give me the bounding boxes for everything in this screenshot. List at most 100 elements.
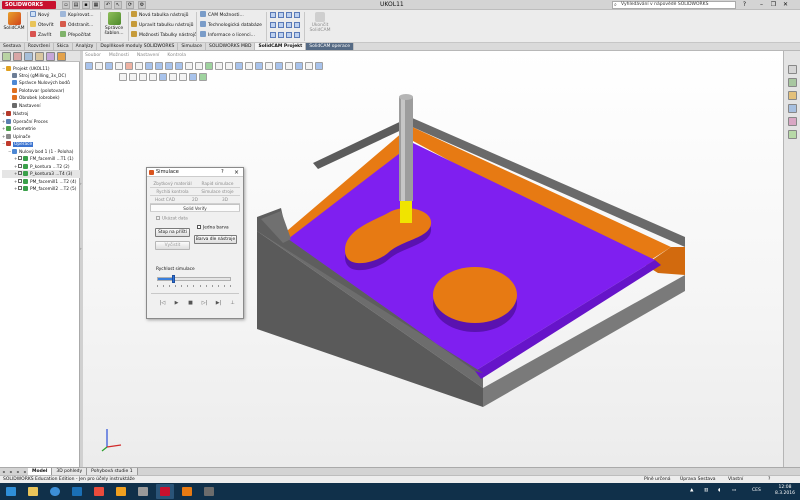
cam-options-button[interactable]: CAM Možnosti... bbox=[200, 11, 244, 19]
tree-item[interactable]: + P_kontura3 ...T4 (3) bbox=[2, 170, 80, 178]
help-icon[interactable]: ? bbox=[740, 1, 749, 9]
help-search-input[interactable]: ⌕ Vyhledávání v nápovědě SOLIDWORKS bbox=[612, 1, 736, 9]
battery-icon[interactable]: ▭ bbox=[732, 488, 736, 493]
notification-icon[interactable]: ▲ bbox=[690, 488, 693, 493]
grid-icon[interactable] bbox=[270, 32, 276, 38]
slider-thumb[interactable] bbox=[172, 275, 176, 283]
nav-last-icon[interactable]: ◂ bbox=[21, 468, 28, 475]
grid-icon[interactable] bbox=[286, 12, 292, 18]
mail-taskbar-item[interactable] bbox=[68, 484, 86, 499]
simulation-mode-tab[interactable]: 3D bbox=[210, 196, 240, 203]
volume-icon[interactable]: ◖ bbox=[718, 488, 720, 493]
tab-2[interactable]: Rozvržení bbox=[25, 43, 54, 50]
color-by-tool-button[interactable]: Barva dle nástroje bbox=[194, 235, 237, 244]
tree-item[interactable]: + Upínače bbox=[2, 133, 80, 141]
property-manager-icon[interactable] bbox=[13, 52, 22, 61]
play-to-end-icon[interactable]: ▶| bbox=[214, 299, 223, 307]
license-info-button[interactable]: Informace o licenci... bbox=[200, 31, 255, 39]
restore-button[interactable]: ❐ bbox=[769, 1, 778, 9]
open-project-button[interactable]: Otevřít bbox=[30, 21, 54, 29]
stop-icon[interactable]: ■ bbox=[186, 299, 195, 307]
appearances-icon[interactable] bbox=[788, 117, 797, 126]
feature-manager-icon[interactable] bbox=[2, 52, 11, 61]
select-icon[interactable]: ↖ bbox=[114, 1, 122, 9]
tree-item[interactable]: + PM_facemill1 ...T2 (4) bbox=[2, 178, 80, 186]
options-icon[interactable]: ⚙ bbox=[138, 1, 146, 9]
tab-7[interactable]: SOLIDWORKS MBD bbox=[206, 43, 256, 50]
play-icon[interactable]: ▶ bbox=[172, 299, 181, 307]
bottom-tab[interactable]: 3D pohledy bbox=[52, 468, 88, 475]
simulation-mode-tab[interactable]: Solid Verify bbox=[150, 204, 240, 211]
network-icon[interactable]: ▥ bbox=[704, 488, 708, 493]
speed-slider[interactable] bbox=[157, 275, 231, 283]
tree-item[interactable]: + P_kontura ...T2 (2) bbox=[2, 163, 80, 171]
grid-icon[interactable] bbox=[270, 12, 276, 18]
simulation-mode-tab[interactable]: Zbytkový materiál bbox=[150, 180, 195, 187]
simulation-mode-tab[interactable]: Simulace stroje bbox=[195, 188, 240, 195]
reset-button[interactable]: Vyčistit bbox=[155, 241, 190, 250]
tab-5[interactable]: Doplňkové moduly SOLIDWORKS bbox=[97, 43, 179, 50]
tree-item[interactable]: + Nástroj bbox=[2, 110, 80, 118]
tree-item[interactable]: − Nulový bod 1 (1 - Poloha) bbox=[2, 148, 80, 156]
language-indicator[interactable]: CES bbox=[752, 488, 761, 493]
file-explorer-icon[interactable] bbox=[788, 91, 797, 100]
solidcam-manager-icon[interactable] bbox=[57, 52, 66, 61]
grid-icon[interactable] bbox=[278, 12, 284, 18]
edit-tool-table-button[interactable]: Upravit tabulku nástrojů bbox=[131, 21, 193, 29]
tab-6[interactable]: Simulace bbox=[178, 43, 206, 50]
tab-4[interactable]: Analýzy bbox=[73, 43, 98, 50]
rebuild-icon[interactable]: ⟳ bbox=[126, 1, 134, 9]
save-icon[interactable]: ▪ bbox=[82, 1, 90, 9]
simulation-mode-tab[interactable]: Host CAD bbox=[150, 196, 180, 203]
tree-item[interactable]: Správce Nulových bodů bbox=[2, 80, 80, 88]
tree-item[interactable]: Obrobek (obrobek) bbox=[2, 95, 80, 103]
grid-icon[interactable] bbox=[294, 22, 300, 28]
checkbox-icon[interactable] bbox=[18, 186, 22, 190]
help-icon[interactable]: ? bbox=[221, 168, 224, 177]
tab-3[interactable]: Skica bbox=[54, 43, 73, 50]
close-project-button[interactable]: Zavřít bbox=[30, 31, 51, 39]
grid-icon[interactable] bbox=[294, 12, 300, 18]
one-color-checkbox[interactable]: Jedna barva bbox=[197, 225, 229, 232]
dimxpert-icon[interactable] bbox=[35, 52, 44, 61]
app-taskbar-item[interactable] bbox=[134, 484, 152, 499]
grid-icon[interactable] bbox=[294, 32, 300, 38]
tree-item[interactable]: Polotovar (polotovar) bbox=[2, 87, 80, 96]
simulation-mode-tab[interactable]: Rychlá kontrola bbox=[150, 188, 195, 195]
checkbox-icon[interactable] bbox=[18, 156, 22, 160]
custom-properties-icon[interactable] bbox=[788, 130, 797, 139]
bottom-tab[interactable]: Pohybová studie 1 bbox=[87, 468, 138, 475]
copy-project-button[interactable]: Kopírovat... bbox=[60, 11, 94, 19]
tool-down-icon[interactable]: ⊥ bbox=[228, 299, 237, 307]
solidcam-button[interactable]: SolidCAM bbox=[3, 12, 25, 31]
design-library-icon[interactable] bbox=[788, 78, 797, 87]
print-icon[interactable]: ▦ bbox=[92, 1, 100, 9]
grid-icon[interactable] bbox=[286, 32, 292, 38]
close-icon[interactable]: × bbox=[234, 168, 239, 177]
solidcam-taskbar-item[interactable] bbox=[178, 484, 196, 499]
new-tool-table-button[interactable]: Nová tabulka nástrojů bbox=[131, 11, 189, 19]
dialog-title-bar[interactable]: Simulace bbox=[147, 168, 243, 177]
simulation-mode-tab[interactable]: Rapid simulace bbox=[195, 180, 240, 187]
close-button[interactable]: ✕ bbox=[781, 1, 790, 9]
delete-project-button[interactable]: Odstranit... bbox=[60, 21, 93, 29]
stop-at-next-button[interactable]: Stop na příští bbox=[155, 228, 190, 237]
media-taskbar-item[interactable] bbox=[90, 484, 108, 499]
grid-icon[interactable] bbox=[286, 22, 292, 28]
tree-item[interactable]: + FM_facemill ...T1 (1) bbox=[2, 155, 80, 163]
tree-item[interactable]: − Operace bbox=[2, 140, 80, 148]
open-icon[interactable]: ▤ bbox=[72, 1, 80, 9]
tab-8[interactable]: SolidCAM Projekt bbox=[255, 43, 307, 50]
tree-item[interactable]: + Geometrie bbox=[2, 125, 80, 133]
tree-item[interactable]: − Projekt (UKOL11) bbox=[2, 65, 80, 73]
new-document-icon[interactable]: ▫ bbox=[62, 1, 70, 9]
app-taskbar-item[interactable] bbox=[200, 484, 218, 499]
checkbox-icon[interactable] bbox=[18, 171, 22, 175]
app-taskbar-item[interactable] bbox=[112, 484, 130, 499]
technology-database-button[interactable]: Technologická databáze bbox=[200, 21, 262, 29]
display-manager-icon[interactable] bbox=[46, 52, 55, 61]
nav-next-icon[interactable]: ◂ bbox=[14, 468, 21, 475]
tab-1[interactable]: Sestava bbox=[0, 43, 25, 50]
tree-item[interactable]: Nastavení bbox=[2, 102, 80, 111]
minimize-button[interactable]: – bbox=[757, 1, 766, 9]
